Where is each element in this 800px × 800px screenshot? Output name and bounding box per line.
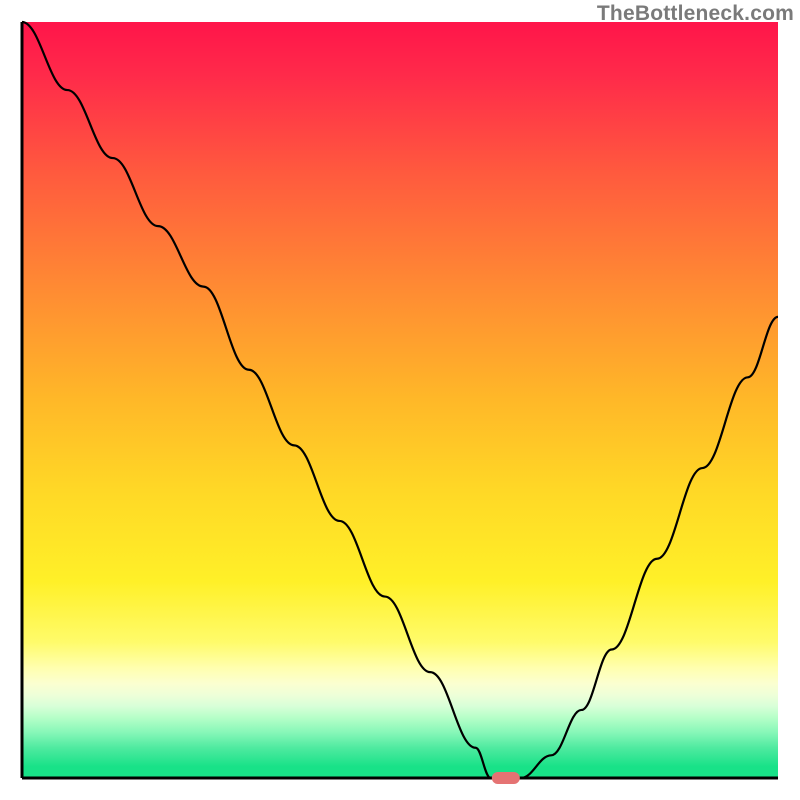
bottleneck-chart: TheBottleneck.com [0,0,800,800]
watermark-text: TheBottleneck.com [597,2,794,26]
gradient-background [22,22,778,778]
optimal-marker [492,772,520,784]
chart-svg [0,0,800,800]
